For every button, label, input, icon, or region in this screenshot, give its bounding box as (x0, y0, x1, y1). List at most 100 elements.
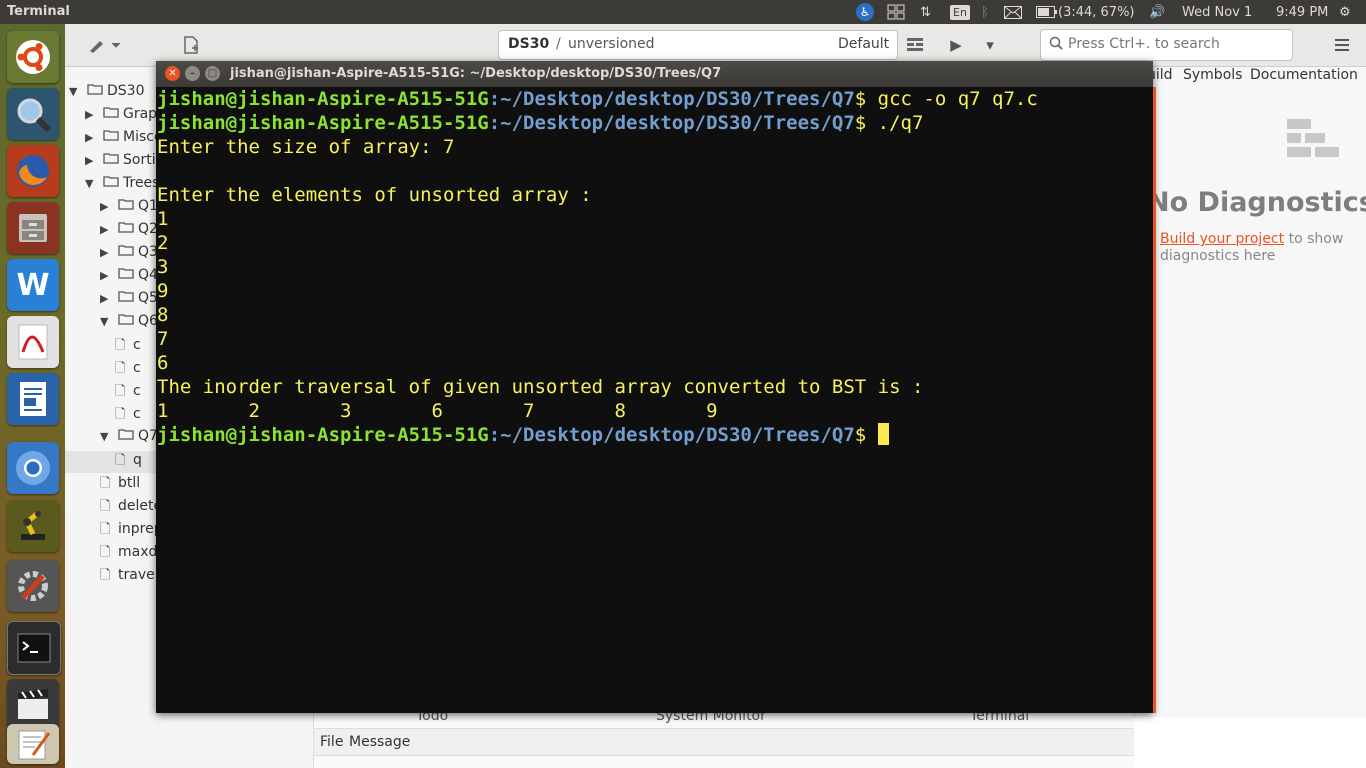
accessibility-icon[interactable]: ♿ (856, 3, 874, 21)
folder-icon (118, 267, 134, 283)
close-icon[interactable]: ✕ (165, 66, 180, 81)
tree-item[interactable]: ▶ Q3 (100, 244, 158, 260)
chromium-icon[interactable] (7, 442, 59, 494)
battery-icon (1036, 6, 1057, 18)
build-panel-icon[interactable] (903, 32, 927, 58)
maximize-icon[interactable]: □ (205, 66, 220, 81)
folder-icon (118, 290, 134, 306)
pdf-reader-icon[interactable] (7, 316, 59, 368)
build-project-link[interactable]: Build your project (1160, 231, 1284, 247)
tree-item[interactable]: ▶ Misce (85, 129, 163, 145)
search-lens-icon[interactable] (7, 88, 59, 140)
tree-item[interactable]: ▶ Grap (85, 106, 157, 122)
bluetooth-icon[interactable]: ᛒ (981, 3, 989, 21)
folder-icon (118, 198, 134, 214)
tree-item[interactable]: ▶ Q2 (100, 221, 158, 237)
file-icon: 🗋 (115, 384, 126, 399)
minimize-icon[interactable]: – (185, 66, 200, 81)
hamburger-menu-icon[interactable] (1329, 32, 1355, 58)
tree-item-label: c (133, 406, 141, 422)
tree-item-label: Q4 (138, 267, 158, 283)
command-text: $ gcc -o q7 q7.c (854, 88, 1038, 110)
tree-item[interactable]: 🗋 c (115, 382, 141, 404)
search-placeholder: Press Ctrl+. to search (1068, 36, 1220, 52)
search-box[interactable]: Press Ctrl+. to search (1040, 29, 1293, 61)
no-diagnostics-title: No Diagnostics (1147, 187, 1366, 218)
column-file[interactable]: File (320, 734, 343, 750)
folder-icon (87, 83, 103, 99)
volume-icon[interactable]: 🔊 (1149, 3, 1165, 21)
firefox-icon[interactable] (7, 145, 59, 197)
expander-down-icon: ▼ (100, 315, 109, 328)
tab-documentation[interactable]: Documentation (1250, 67, 1358, 83)
keyboard-layout-indicator[interactable]: En (950, 3, 970, 21)
top-panel: Terminal ♿ ⇅ En ᛒ (3:44, 67%) 🔊 Wed Nov … (0, 0, 1366, 24)
folder-icon (118, 428, 134, 444)
file-icon: 🗋 (115, 338, 126, 353)
vcs-status: unversioned (568, 36, 655, 52)
search-icon (1049, 36, 1063, 54)
libreoffice-writer-icon[interactable] (7, 373, 59, 425)
prompt-path: :~/Desktop/desktop/DS30/Trees/Q7 (488, 424, 855, 446)
vcs-separator: / (556, 36, 561, 52)
terminal-line: 9 (157, 280, 169, 302)
battery-indicator[interactable]: (3:44, 67%) (1036, 3, 1135, 21)
new-document-icon[interactable] (178, 32, 204, 58)
file-icon: 🗋 (100, 568, 111, 583)
tree-item-label: c (133, 383, 141, 399)
expander-right-icon: ▶ (85, 108, 94, 121)
column-message[interactable]: Message (349, 734, 410, 750)
tree-item[interactable]: ▶ Sortir (85, 152, 161, 168)
no-diagnostics-icon (1287, 119, 1343, 167)
tree-item[interactable]: 🗋 c (115, 405, 141, 427)
tree-item[interactable]: ▼ Q7 (100, 428, 158, 444)
wps-writer-icon[interactable]: W (7, 259, 59, 311)
prompt-path: :~/Desktop/desktop/DS30/Trees/Q7 (488, 112, 855, 134)
system-settings-icon[interactable] (7, 560, 59, 612)
network-icon[interactable]: ⇅ (920, 3, 931, 21)
run-play-icon[interactable]: ▶ (943, 32, 969, 58)
active-app-title: Terminal (7, 4, 70, 19)
run-options-chevron-down-icon[interactable]: ▾ (977, 32, 1003, 58)
mail-icon[interactable] (1004, 3, 1022, 21)
tree-item-label: c (133, 337, 141, 353)
folder-icon (103, 106, 119, 122)
command-text: $ ./q7 (854, 112, 924, 134)
ubuntu-dash-icon[interactable] (7, 31, 59, 83)
terminal-line: Enter the elements of unsorted array : (157, 184, 592, 206)
edit-menu-button[interactable] (85, 32, 125, 58)
text-editor-icon[interactable] (7, 724, 59, 764)
folder-icon (103, 175, 119, 191)
todo-table-header: File Message (314, 728, 1134, 756)
tree-item-label: Q7 (138, 428, 158, 444)
build-profile: Default (838, 36, 890, 52)
terminal-window[interactable]: ✕ – □ jishan@jishan-Aspire-A515-51G: ~/D… (156, 61, 1156, 713)
terminal-line: 1 (157, 208, 169, 230)
expander-right-icon: ▶ (100, 200, 109, 213)
terminal-output[interactable]: jishan@jishan-Aspire-A515-51G:~/Desktop/… (157, 87, 1150, 713)
tree-item[interactable]: 🗋 c (115, 359, 141, 381)
tree-item-label: c (133, 360, 141, 376)
workspaces-icon[interactable] (887, 3, 905, 21)
terminal-titlebar[interactable]: ✕ – □ jishan@jishan-Aspire-A515-51G: ~/D… (156, 61, 1153, 87)
robot-app-icon[interactable] (7, 500, 59, 552)
tree-item[interactable]: ▼ Trees (85, 175, 159, 191)
terminal-line: jishan@jishan-Aspire-A515-51G:~/Desktop/… (157, 423, 1150, 447)
terminal-line: The inorder traversal of given unsorted … (157, 376, 924, 398)
folder-icon (118, 313, 134, 329)
tree-item[interactable]: 🗋 btll (100, 474, 140, 496)
tree-item[interactable]: 🗋 c (115, 336, 141, 358)
clock-date[interactable]: Wed Nov 1 (1182, 3, 1252, 21)
project-status-box[interactable]: DS30 / unversioned Default (498, 30, 898, 60)
tab-symbols[interactable]: Symbols (1183, 67, 1242, 83)
tree-item[interactable]: ▼ Q6 (100, 313, 158, 329)
tree-item-label: q (133, 452, 142, 468)
tree-item[interactable]: ▶ Q4 (100, 267, 158, 283)
tree-item[interactable]: ▼ DS30 (69, 83, 144, 99)
tree-item[interactable]: ▶ Q1 (100, 198, 158, 214)
clock-time[interactable]: 9:49 PM (1276, 3, 1328, 21)
files-icon[interactable] (7, 202, 59, 254)
power-gear-icon[interactable]: ⚙ (1339, 3, 1351, 21)
terminal-launcher-icon[interactable] (7, 621, 61, 675)
tree-item[interactable]: ▶ Q5 (100, 290, 158, 306)
